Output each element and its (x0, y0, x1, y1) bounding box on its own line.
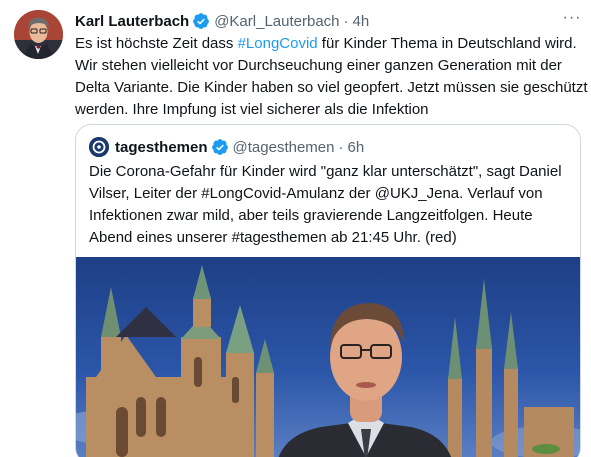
quoted-author-handle[interactable]: @tagesthemen (233, 139, 335, 156)
more-horizontal-icon[interactable]: ··· (560, 8, 584, 28)
tweet[interactable]: Karl Lauterbach @Karl_Lauterbach · 4h ··… (0, 0, 591, 457)
quoted-text-line: Abend eines unserer #tagesthemen ab 21:4… (89, 229, 457, 246)
tweet-timestamp[interactable]: 4h (353, 13, 370, 30)
quoted-author-avatar[interactable] (89, 137, 109, 157)
verified-badge-icon (211, 138, 229, 156)
text-segment: für Kinder Thema in Deutschland wird. (317, 35, 577, 52)
hashtag-link[interactable]: #LongCovid (238, 35, 318, 52)
verified-badge-icon (192, 12, 210, 30)
quoted-tweet-header: tagesthemen @tagesthemen · 6h (89, 137, 364, 157)
tweet-header: Karl Lauterbach @Karl_Lauterbach · 4h (75, 11, 369, 31)
quoted-author-name[interactable]: tagesthemen (115, 139, 208, 156)
quoted-tweet-media[interactable] (76, 257, 580, 457)
tweet-text-line: werden. Ihre Impfung ist viel sicherer a… (75, 101, 429, 118)
text-segment: Es ist höchste Zeit dass (75, 35, 238, 52)
author-name[interactable]: Karl Lauterbach (75, 13, 189, 30)
quoted-tweet-timestamp[interactable]: 6h (347, 139, 364, 156)
quoted-text-line: Infektionen zwar mild, aber teils gravie… (89, 207, 533, 224)
tweet-text: Es ist höchste Zeit dass #LongCovid für … (75, 33, 588, 121)
separator: · (343, 12, 349, 30)
tweet-text-line: Wir stehen vielleicht vor Durchseuchung … (75, 57, 562, 74)
quoted-tweet-text: Die Corona-Gefahr für Kinder wird "ganz … (89, 161, 574, 249)
quoted-text-line: Vilser, Leiter der #LongCovid-Amulanz de… (89, 185, 543, 202)
separator: · (338, 138, 344, 156)
quoted-tweet[interactable]: tagesthemen @tagesthemen · 6h Die Corona… (75, 124, 581, 457)
author-handle[interactable]: @Karl_Lauterbach (214, 13, 339, 30)
quoted-text-line: Die Corona-Gefahr für Kinder wird "ganz … (89, 163, 562, 180)
tweet-text-line: Delta Variante. Die Kinder haben so viel… (75, 79, 588, 96)
author-avatar[interactable] (14, 10, 63, 59)
tweet-text-line: Es ist höchste Zeit dass #LongCovid für … (75, 33, 585, 55)
